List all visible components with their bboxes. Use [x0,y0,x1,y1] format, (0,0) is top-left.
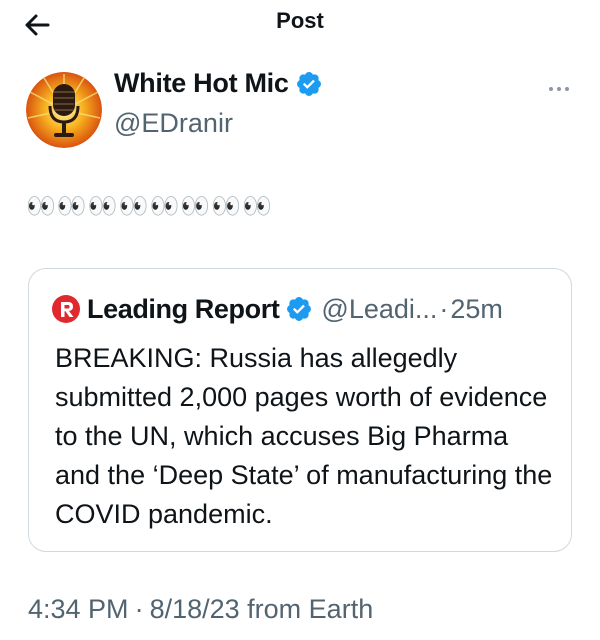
verified-badge-icon [296,71,321,96]
post-source: from Earth [247,594,374,624]
post-header: Post [0,0,600,48]
dot-separator: · [439,293,449,324]
quoted-tweet[interactable]: Leading Report @Leadi... · 25m BREAKING:… [28,268,572,552]
quoted-display-name: Leading Report [87,293,280,324]
more-horizontal-icon[interactable] [542,78,576,100]
name-row: White Hot Mic [114,68,323,99]
microphone-logo [26,72,102,148]
user-handle[interactable]: @EDranir [114,108,233,139]
post-date: 8/18/23 [149,594,240,624]
quoted-tweet-text: BREAKING: Russia has allegedly submitted… [55,343,553,529]
quoted-timestamp: 25m [450,293,503,324]
display-name[interactable]: White Hot Mic [114,68,289,99]
quoted-tweet-header: Leading Report @Leadi... · 25m [51,291,503,327]
tweet-text: 👀👀👀👀👀👀👀👀 [26,193,274,220]
avatar[interactable] [26,72,102,148]
author-row: White Hot Mic @EDranir [26,68,586,148]
post-time: 4:34 PM [28,594,129,624]
post-metadata: 4:34 PM · 8/18/23 from Earth [28,594,373,625]
page-title: Post [276,8,324,33]
leading-report-logo [52,295,80,323]
verified-badge-icon [287,297,312,321]
dot-separator: · [134,594,144,624]
quoted-handle: @Leadi... [321,293,438,324]
